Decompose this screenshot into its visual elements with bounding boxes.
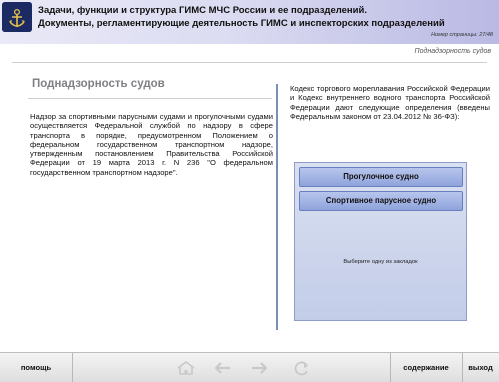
tab-pleasure-boat[interactable]: Прогулочное судно — [299, 167, 463, 187]
vertical-divider — [276, 84, 278, 330]
left-body-text: Надзор за спортивными парусными судами и… — [30, 112, 273, 177]
forward-arrow-icon[interactable] — [250, 360, 270, 376]
left-panel: Поднадзорность судов Надзор за спортивны… — [24, 72, 273, 340]
page-title: Поднадзорность судов — [32, 78, 165, 90]
header-title-line1: Задачи, функции и структура ГИМС МЧС Рос… — [38, 5, 367, 16]
header-bar: Задачи, функции и структура ГИМС МЧС Рос… — [0, 0, 499, 44]
contents-button[interactable]: содержание — [390, 353, 462, 382]
tab-panel: Прогулочное судно Спортивное парусное су… — [294, 162, 467, 321]
back-arrow-icon[interactable] — [212, 360, 232, 376]
content-divider — [12, 62, 487, 63]
help-button[interactable]: помощь — [0, 353, 72, 382]
header-title-line2: Документы, регламентирующие деятельность… — [38, 18, 445, 29]
exit-button[interactable]: выход — [462, 353, 499, 382]
title-divider — [28, 98, 272, 99]
section-label: Поднадзорность судов — [414, 48, 491, 55]
refresh-icon[interactable] — [292, 360, 312, 376]
emblem-anchor-icon — [2, 2, 32, 32]
footer-bar: помощь содержание выход — [0, 352, 499, 382]
footer-separator — [72, 353, 73, 382]
home-icon[interactable] — [176, 360, 196, 376]
tab-hint: Выберите одну из закладок — [343, 259, 418, 265]
right-body-text: Кодекс торгового мореплавания Российской… — [290, 84, 490, 121]
page-number: Номер страницы: 27/48 — [431, 32, 493, 38]
tab-sport-sailing-boat[interactable]: Спортивное парусное судно — [299, 191, 463, 211]
